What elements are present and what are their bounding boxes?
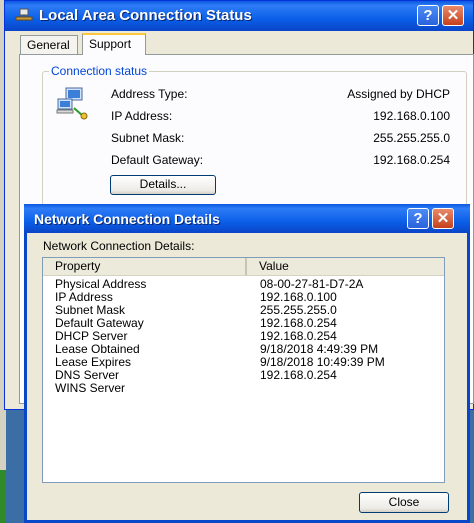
window-title: Network Connection Details xyxy=(34,211,220,227)
subnet-mask-label: Subnet Mask: xyxy=(111,131,185,145)
desktop-edge-green xyxy=(0,470,6,523)
group-label: Connection status xyxy=(49,64,150,78)
tab-support[interactable]: Support xyxy=(82,33,146,55)
subnet-mask-value: 255.255.255.0 xyxy=(373,131,450,145)
column-header-label: Value xyxy=(259,259,289,273)
address-type-value: Assigned by DHCP xyxy=(347,87,450,101)
details-list[interactable]: Property Value Physical Address 08-00-27… xyxy=(42,257,445,483)
default-gateway-label: Default Gateway: xyxy=(111,153,204,167)
ip-address-label: IP Address: xyxy=(111,109,173,123)
property-value: 192.168.0.254 xyxy=(260,368,337,382)
tab-general[interactable]: General xyxy=(20,35,78,54)
property-name: WINS Server xyxy=(55,381,126,395)
close-dialog-button[interactable]: Close xyxy=(359,492,449,513)
connection-status-group: Connection status Address Type: Assigned… xyxy=(42,64,467,206)
network-connection-icon xyxy=(15,8,33,21)
help-icon: ? xyxy=(413,210,423,227)
help-icon: ? xyxy=(423,7,433,24)
close-button[interactable]: ✕ xyxy=(432,208,454,229)
address-type-label: Address Type: xyxy=(111,87,188,101)
close-button[interactable]: ✕ xyxy=(442,5,464,26)
list-header: Property Value xyxy=(43,258,444,276)
network-connection-details-window: Network Connection Details ? ✕ Network C… xyxy=(24,204,470,523)
network-computers-icon xyxy=(56,87,88,120)
details-button[interactable]: Details... xyxy=(110,175,216,195)
help-button[interactable]: ? xyxy=(407,208,429,229)
list-item[interactable]: WINS Server xyxy=(43,382,444,395)
column-header-property[interactable]: Property xyxy=(43,258,247,275)
close-icon: ✕ xyxy=(446,7,460,24)
details-caption: Network Connection Details: xyxy=(43,239,195,253)
default-gateway-value: 192.168.0.254 xyxy=(373,153,450,167)
details-button-label: Details... xyxy=(139,177,187,191)
tab-label: General xyxy=(27,38,70,52)
close-button-label: Close xyxy=(388,495,420,509)
window-title: Local Area Connection Status xyxy=(39,7,252,24)
close-icon: ✕ xyxy=(436,210,450,227)
tab-label: Support xyxy=(89,37,132,51)
title-bar[interactable]: Network Connection Details ? ✕ xyxy=(24,204,470,233)
column-header-value[interactable]: Value xyxy=(247,258,446,275)
column-header-label: Property xyxy=(55,259,101,273)
ip-address-value: 192.168.0.100 xyxy=(373,109,450,123)
title-bar[interactable]: Local Area Connection Status ? ✕ xyxy=(5,1,473,31)
help-button[interactable]: ? xyxy=(417,5,439,26)
